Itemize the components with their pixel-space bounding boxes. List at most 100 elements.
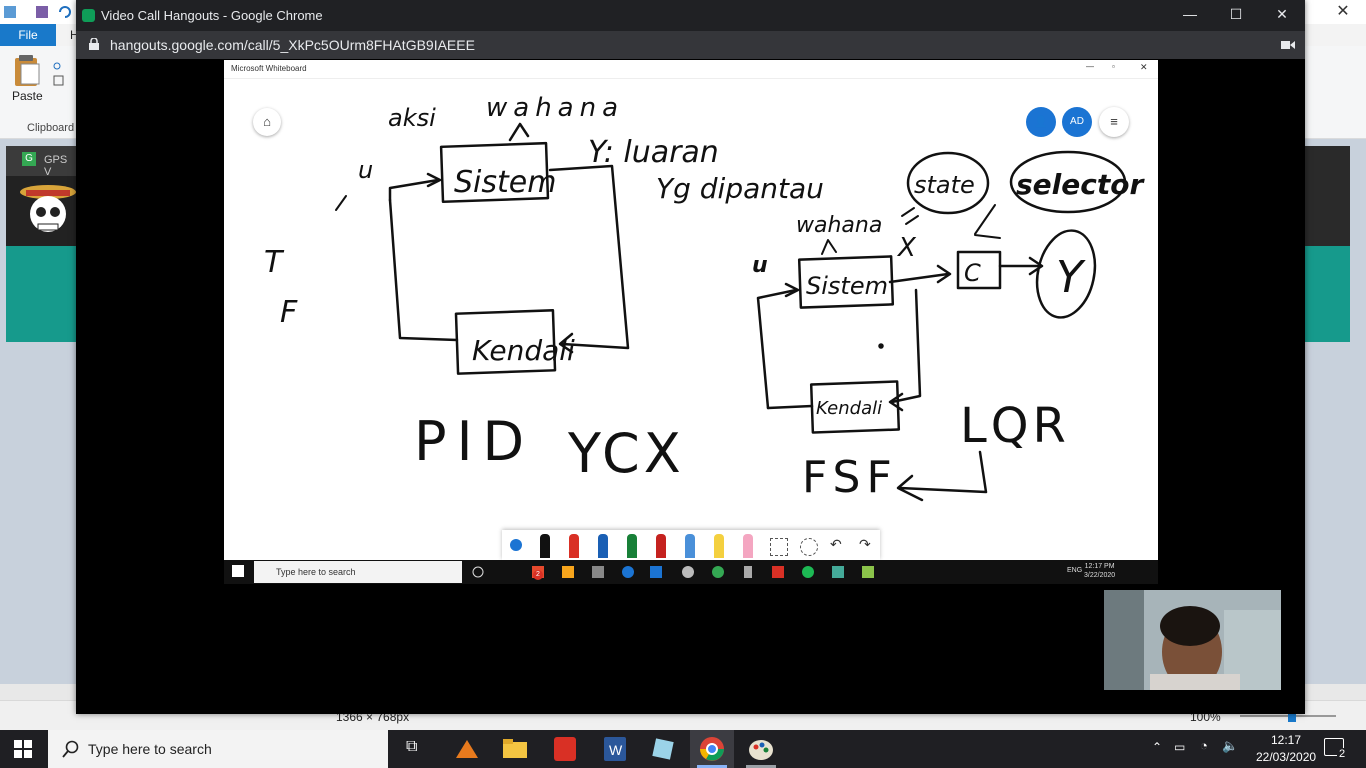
show-hidden-icons[interactable]: ⌃	[1152, 740, 1162, 754]
text-aksi: aksi	[388, 104, 436, 132]
background-page-header	[6, 176, 76, 246]
redo-icon[interactable]: ↷	[859, 536, 871, 553]
text-y-luaran: Y: luaran	[588, 135, 719, 170]
skull-logo-icon	[20, 185, 76, 232]
word-icon[interactable]: W	[600, 734, 630, 764]
account-avatar[interactable]: AD	[1062, 107, 1092, 137]
whiteboard-canvas[interactable]: aksi wahana Sistem Kendali Y: luaran Yg …	[224, 78, 1158, 560]
paint-close-icon[interactable]: ✕	[1320, 0, 1366, 24]
maximize-icon[interactable]: ☐	[1221, 6, 1251, 23]
dot-mark	[878, 343, 884, 349]
background-page-banner	[6, 246, 76, 342]
undo-icon[interactable]: ↶	[830, 536, 842, 553]
wb-restore-icon[interactable]: ▫	[1112, 62, 1115, 71]
self-view-video	[1104, 590, 1281, 690]
text-t-left: T	[264, 245, 285, 280]
wahana-arrow-right	[821, 239, 837, 255]
hangouts-favicon-icon	[82, 9, 95, 22]
paint-file-tab[interactable]: File	[0, 24, 56, 46]
quick-access-icons[interactable]	[2, 4, 72, 20]
windows-start-icon[interactable]	[14, 740, 32, 758]
feedback-path-right	[756, 288, 798, 410]
kendali-to-feedback-right	[766, 404, 814, 410]
pen-black-icon[interactable]	[540, 534, 550, 558]
minimize-icon[interactable]: —	[1175, 6, 1205, 22]
cut-copy-icons[interactable]	[53, 56, 65, 86]
equals-mark	[901, 207, 919, 225]
remote-taskbar-apps	[472, 565, 972, 579]
whiteboard-home-button[interactable]: ⌂	[253, 108, 281, 136]
camera-icon[interactable]	[1281, 40, 1295, 50]
pen-galaxy-icon[interactable]	[685, 534, 695, 558]
text-lqr: LQR	[960, 398, 1070, 454]
touch-draw-toggle-icon[interactable]	[510, 539, 522, 551]
wb-close-icon[interactable]: ✕	[1140, 62, 1148, 73]
notes-app-icon[interactable]	[648, 734, 678, 764]
paste-icon[interactable]	[12, 54, 42, 88]
wahana-arrow-left	[508, 122, 530, 142]
taskbar-date: 22/03/2020	[1256, 750, 1317, 764]
lasso-select-icon[interactable]	[800, 538, 818, 556]
paste-button-label[interactable]: Paste	[12, 89, 43, 103]
taskbar-clock[interactable]: 12:17 22/03/2020	[1256, 732, 1316, 766]
taskbar-time: 12:17	[1270, 733, 1302, 747]
text-state: state	[914, 171, 975, 199]
text-sistem-right: Sistem	[806, 272, 888, 300]
volume-icon[interactable]: 🔈	[1222, 738, 1238, 754]
text-u-left: u	[358, 156, 373, 184]
remote-search-box: Type here to search	[254, 561, 462, 583]
pen-rainbow-icon[interactable]	[656, 534, 666, 558]
url-text[interactable]: hangouts.google.com/call/5_XkPc5OUrm8FHA…	[110, 37, 475, 53]
text-wahana-right: wahana	[796, 213, 882, 238]
remote-app-icons	[472, 566, 874, 578]
matlab-icon[interactable]	[452, 734, 482, 764]
text-kendali-left: Kendali	[472, 334, 575, 367]
text-kendali-right: Kendali	[816, 398, 882, 419]
feedback-path-left	[388, 198, 459, 342]
text-ycx: YCX	[567, 422, 685, 485]
whiteboard-menu-icon[interactable]: ≡	[1099, 107, 1129, 137]
stroke-mark-left	[335, 195, 347, 211]
lock-icon	[89, 38, 99, 50]
battery-icon[interactable]: ▭	[1174, 740, 1185, 754]
background-tab-label: GPS V	[44, 154, 68, 178]
text-fsf: FSF	[802, 452, 898, 503]
acrobat-icon[interactable]	[550, 734, 580, 764]
pen-red-icon[interactable]	[569, 534, 579, 558]
background-page-header-right	[1304, 146, 1350, 246]
share-user-icon[interactable]: 👤	[1026, 107, 1056, 137]
text-f-left: F	[280, 295, 298, 330]
remote-notification-badge: 2	[533, 570, 543, 580]
whiteboard-app-title: Microsoft Whiteboard	[231, 64, 307, 73]
background-page-banner-right	[1304, 246, 1350, 342]
remote-start-icon	[232, 565, 244, 577]
text-selector: selector	[1016, 168, 1145, 201]
taskbar-search-placeholder[interactable]: Type here to search	[88, 741, 212, 757]
background-browser-tab: G GPS V	[6, 146, 76, 178]
chrome-icon[interactable]	[697, 734, 727, 764]
svg-text:W: W	[609, 742, 623, 758]
wb-minimize-icon[interactable]: —	[1086, 62, 1094, 71]
text-y-block: Y	[1056, 252, 1086, 303]
clipboard-group-label: Clipboard	[27, 122, 75, 134]
text-yg-dipantau: Yg dipantau	[656, 172, 824, 205]
file-explorer-icon[interactable]	[500, 734, 530, 764]
task-view-icon[interactable]: ⧉	[406, 738, 417, 756]
whiteboard-titlebar	[224, 60, 1158, 79]
feedback-to-sistem-left	[388, 178, 440, 202]
output-path-left	[548, 164, 630, 350]
paint-icon[interactable]	[746, 734, 776, 764]
close-icon[interactable]: ✕	[1267, 6, 1297, 23]
pen-blue-icon[interactable]	[598, 534, 608, 558]
gps-favicon-icon: G	[22, 152, 36, 166]
remote-search-placeholder: Type here to search	[276, 567, 356, 577]
chrome-window-title: Video Call Hangouts - Google Chrome	[101, 8, 323, 23]
highlighter-icon[interactable]	[714, 534, 724, 558]
self-view-image	[1104, 590, 1281, 690]
ruler-icon[interactable]	[770, 538, 788, 556]
wifi-icon[interactable]: ◔	[1200, 738, 1208, 753]
text-x-mark: X	[896, 233, 917, 263]
pen-green-icon[interactable]	[627, 534, 637, 558]
notification-count: 2	[1337, 748, 1348, 760]
eraser-icon[interactable]	[743, 534, 753, 558]
